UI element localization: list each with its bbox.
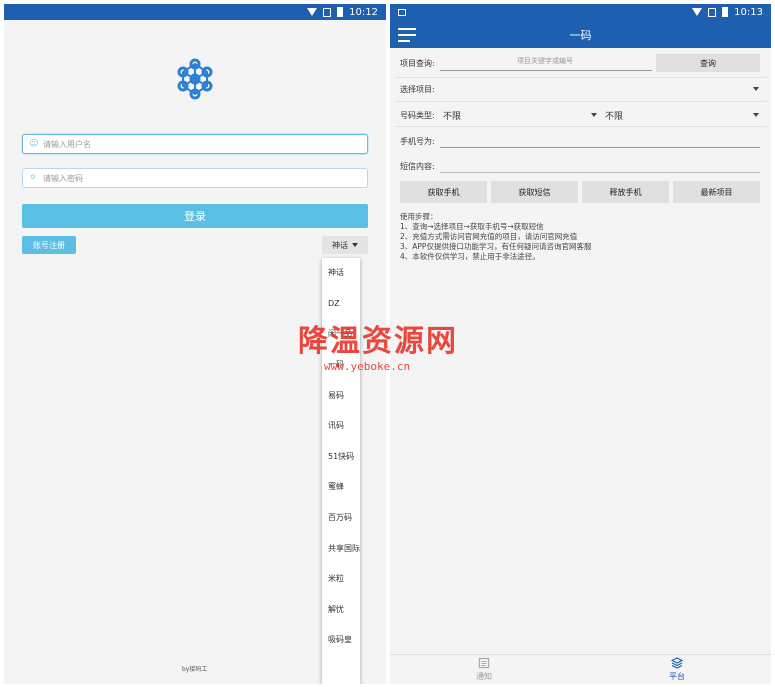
sms-label: 短信内容: (400, 162, 435, 171)
number-type-1-dropdown-icon[interactable] (591, 113, 597, 117)
get-phone-button[interactable]: 获取手机 (400, 181, 487, 203)
platform-option[interactable]: 解忧 (322, 595, 360, 626)
credit-text: by接码工 (182, 666, 208, 673)
app-logo-icon (177, 58, 213, 100)
number-type-label: 号码类型: (400, 111, 435, 120)
username-field[interactable]: ☺ 请输入用户名 (22, 134, 368, 154)
select-project-label: 选择项目: (400, 85, 435, 94)
no-signal-icon (323, 7, 332, 17)
phone-label: 手机号为: (400, 137, 435, 146)
caret-down-icon (352, 243, 358, 247)
status-bar: 10:13 (390, 4, 771, 20)
platform-option[interactable]: 神话 (322, 258, 360, 289)
wifi-icon (692, 8, 703, 16)
divider (394, 126, 767, 127)
number-type-select-2[interactable]: 不限 (605, 109, 623, 122)
app-bar: 一码 (390, 20, 771, 48)
layers-icon (671, 657, 683, 669)
query-button[interactable]: 查询 (656, 54, 760, 72)
platform-option[interactable]: 蜜蜂 (322, 472, 360, 503)
platform-option[interactable]: DZ (322, 289, 360, 320)
battery-icon (337, 7, 344, 17)
platform-option[interactable]: 共享国际 (322, 533, 360, 564)
platform-menu: 神话 DZ 闲一品 一码 易码 讯码 51快码 蜜蜂 百万码 共享国际 米粒 解… (322, 258, 360, 684)
step-item: 3、APP仅提供接口功能学习，有任何疑问请咨询官网客服 (400, 242, 592, 251)
step-item: 4、本软件仅供学习，禁止用于非法途径。 (400, 252, 540, 261)
platform-option[interactable]: 百万码 (322, 503, 360, 534)
platform-option[interactable]: 易码 (322, 380, 360, 411)
status-time: 10:12 (349, 6, 378, 18)
password-placeholder: 请输入密码 (43, 173, 83, 183)
password-field[interactable]: ⚪ 请输入密码 (22, 168, 368, 188)
notice-icon (478, 657, 490, 669)
step-item: 2、充值方式需访问官网充值的项目，请访问官网充值 (400, 232, 578, 241)
login-screen: 10:12 ☺ 请输入用户名 ⚪ 请输入密码 登录 账号注册 神话 神话 DZ … (4, 4, 386, 684)
sms-field[interactable] (440, 172, 760, 173)
nav-notice-label: 通知 (476, 672, 492, 681)
platform-option[interactable]: 讯码 (322, 411, 360, 442)
steps-title: 使用步骤： (400, 212, 438, 221)
divider (394, 101, 767, 102)
status-time: 10:13 (734, 6, 763, 18)
page-title: 一码 (569, 29, 592, 42)
image-notification-icon (398, 8, 406, 16)
status-bar: 10:12 (4, 4, 386, 20)
release-phone-button[interactable]: 释放手机 (582, 181, 669, 203)
platform-option[interactable]: 米粒 (322, 564, 360, 595)
nav-platform-label: 平台 (669, 672, 685, 681)
no-signal-icon (708, 7, 717, 17)
nav-notice[interactable]: 通知 (454, 657, 514, 682)
step-item: 1、查询→选择项目→获取手机号→获取短信 (400, 222, 544, 231)
platform-selected: 神话 (332, 240, 348, 250)
phone-field[interactable] (440, 147, 760, 148)
register-button[interactable]: 账号注册 (22, 236, 76, 254)
number-type-select-1[interactable]: 不限 (443, 109, 461, 122)
platform-dropdown[interactable]: 神话 (322, 236, 368, 254)
latest-projects-button[interactable]: 最新项目 (673, 181, 760, 203)
login-button[interactable]: 登录 (22, 204, 368, 228)
query-underline (440, 70, 652, 71)
user-icon: ☺ (29, 139, 39, 149)
battery-icon (722, 7, 729, 17)
platform-option[interactable]: 51快码 (322, 442, 360, 473)
query-input[interactable]: 项目关键字或编号 (440, 56, 650, 68)
usage-steps: 使用步骤： 1、查询→选择项目→获取手机号→获取短信 2、充值方式需访问官网充值… (400, 212, 591, 262)
platform-option[interactable]: 吸码皇 (322, 625, 360, 656)
nav-platform[interactable]: 平台 (647, 657, 707, 682)
wifi-icon (307, 8, 318, 16)
bottom-nav: 通知 平台 (390, 654, 771, 684)
number-type-2-dropdown-icon[interactable] (753, 113, 759, 117)
lock-icon: ⚪ (29, 173, 37, 183)
select-project-dropdown-icon[interactable] (753, 87, 759, 91)
username-placeholder: 请输入用户名 (43, 139, 91, 149)
divider (394, 77, 767, 78)
get-sms-button[interactable]: 获取短信 (491, 181, 578, 203)
platform-option[interactable]: 一码 (322, 350, 360, 381)
platform-option[interactable]: 闲一品 (322, 319, 360, 350)
main-screen: 10:13 一码 项目查询: 项目关键字或编号 查询 选择项目: 号码类型: 不… (390, 4, 771, 684)
